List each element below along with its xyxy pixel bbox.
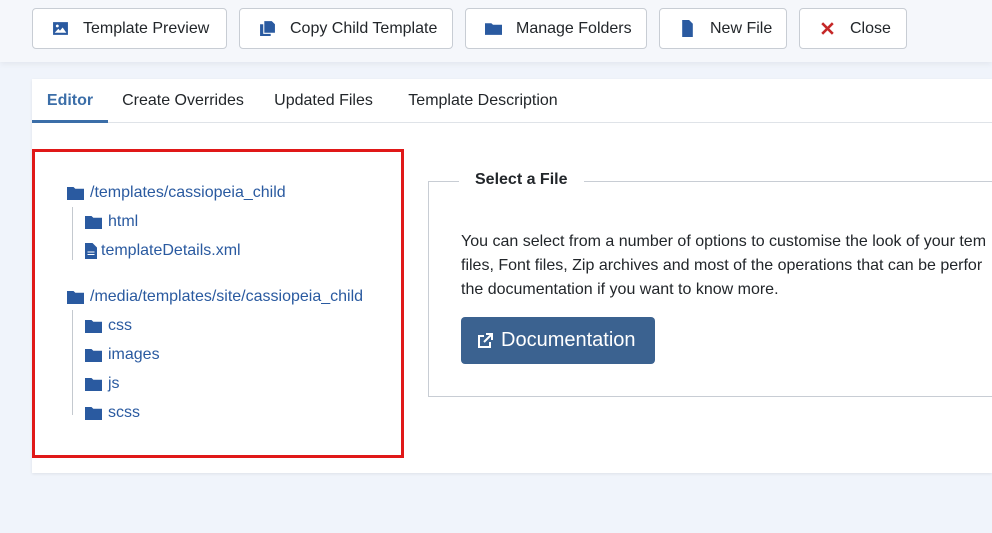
folder-icon — [484, 20, 502, 38]
tree-file-templatedetails[interactable]: templateDetails.xml — [85, 242, 241, 260]
tree-label: scss — [108, 404, 140, 421]
documentation-label: Documentation — [501, 329, 636, 351]
new-file-label: New File — [710, 19, 773, 37]
tab-create-overrides[interactable]: Create Overrides — [108, 79, 258, 123]
copy-child-template-label: Copy Child Template — [290, 19, 438, 37]
tree-line — [72, 310, 73, 415]
tree-label: css — [108, 317, 132, 334]
select-file-legend: Select a File — [459, 171, 584, 189]
tree-label: images — [108, 346, 160, 363]
file-tree: /templates/cassiopeia_child html templat… — [32, 149, 404, 458]
copy-icon — [258, 20, 276, 38]
toolbar: Template Preview Copy Child Template Man… — [0, 0, 992, 62]
file-icon — [678, 20, 696, 38]
template-preview-button[interactable]: Template Preview — [32, 8, 227, 49]
tree-label: js — [108, 375, 120, 392]
tree-folder-media-root[interactable]: /media/templates/site/cassiopeia_child — [67, 288, 363, 306]
tab-editor[interactable]: Editor — [32, 79, 108, 123]
tree-label: /media/templates/site/cassiopeia_child — [90, 288, 364, 305]
folder-icon — [67, 290, 84, 305]
close-button[interactable]: Close — [799, 8, 907, 49]
tree-folder-js[interactable]: js — [85, 375, 120, 393]
manage-folders-button[interactable]: Manage Folders — [465, 8, 647, 49]
description-line: files, Font files, Zip archives and most… — [461, 257, 983, 274]
folder-icon — [85, 348, 102, 363]
tab-updated-files[interactable]: Updated Files — [261, 79, 386, 123]
description-line: You can select from a number of options … — [461, 233, 987, 250]
close-label: Close — [850, 19, 891, 37]
tree-folder-templates-root[interactable]: /templates/cassiopeia_child — [67, 184, 286, 202]
tree-label: /templates/cassiopeia_child — [90, 184, 286, 201]
image-icon — [51, 20, 69, 38]
folder-icon — [85, 215, 102, 230]
description-line: the documentation if you want to know mo… — [461, 281, 779, 298]
tree-label: templateDetails.xml — [101, 242, 241, 259]
select-file-fieldset: Select a File You can select from a numb… — [428, 171, 992, 397]
select-file-description: You can select from a number of options … — [461, 230, 992, 302]
new-file-button[interactable]: New File — [659, 8, 787, 49]
tree-folder-scss[interactable]: scss — [85, 404, 140, 422]
file-icon — [85, 243, 97, 259]
copy-child-template-button[interactable]: Copy Child Template — [239, 8, 453, 49]
tree-folder-css[interactable]: css — [85, 317, 132, 335]
tree-folder-html[interactable]: html — [85, 213, 138, 231]
documentation-button[interactable]: Documentation — [461, 317, 655, 364]
tree-line — [72, 207, 73, 260]
manage-folders-label: Manage Folders — [516, 19, 632, 37]
editor-panel: Editor Create Overrides Updated Files Te… — [32, 79, 992, 473]
folder-icon — [67, 186, 84, 201]
tree-label: html — [108, 213, 139, 230]
tree-folder-images[interactable]: images — [85, 346, 160, 364]
tab-template-description[interactable]: Template Description — [393, 79, 573, 123]
folder-icon — [85, 406, 102, 421]
close-icon — [818, 20, 836, 38]
folder-icon — [85, 319, 102, 334]
external-link-icon — [477, 332, 493, 349]
folder-icon — [85, 377, 102, 392]
tab-bar: Editor Create Overrides Updated Files Te… — [32, 79, 992, 123]
template-preview-label: Template Preview — [83, 19, 210, 37]
